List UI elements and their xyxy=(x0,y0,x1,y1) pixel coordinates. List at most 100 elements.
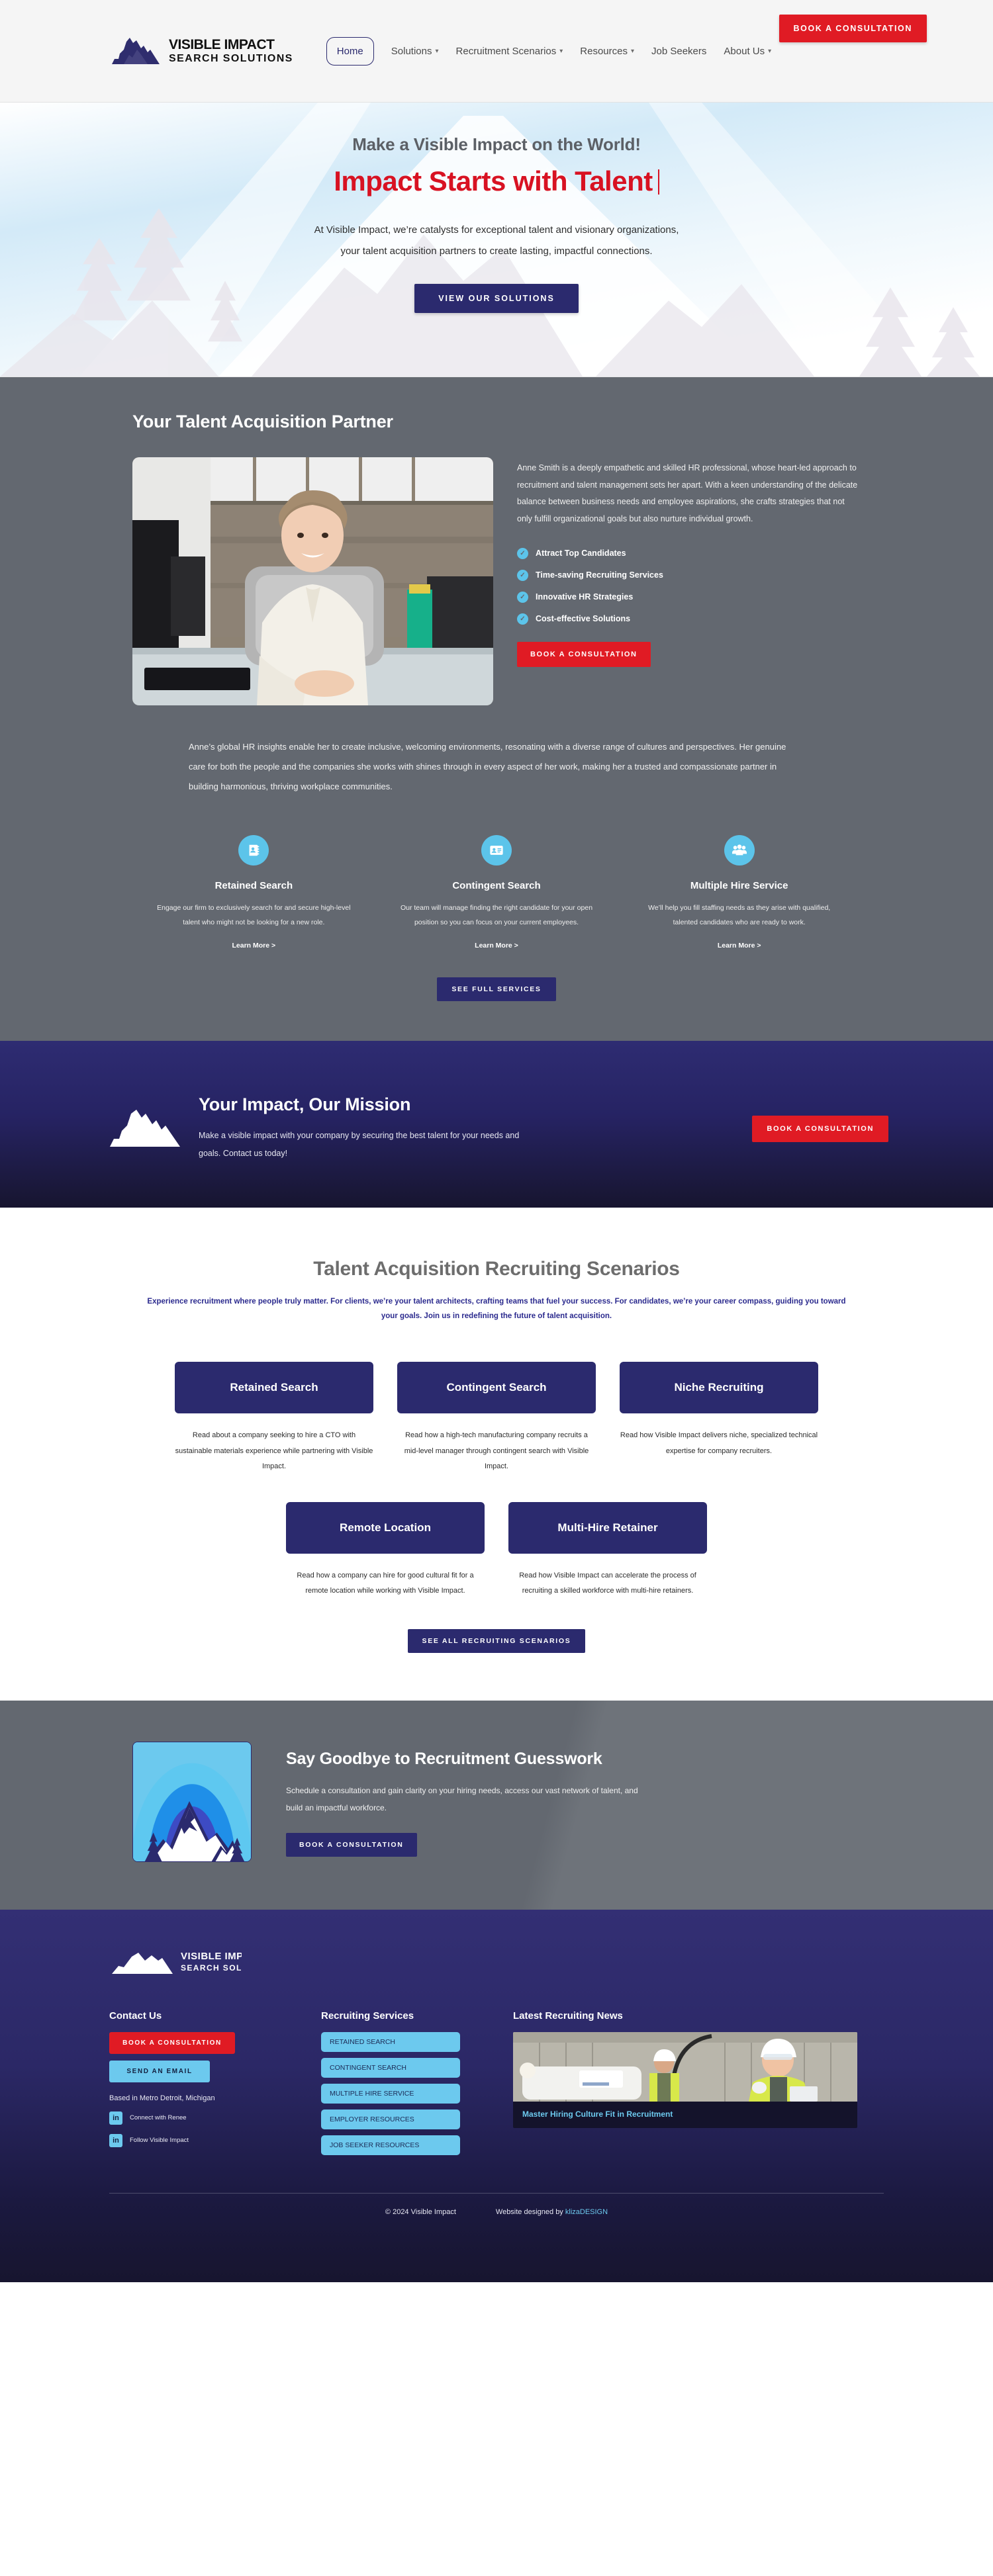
nav-label: Recruitment Scenarios xyxy=(455,45,557,57)
hero-kicker: Make a Visible Impact on the World! xyxy=(352,134,641,154)
mountain-badge-image xyxy=(132,1741,252,1862)
partner-paragraph: Anne’s global HR insights enable her to … xyxy=(189,742,786,791)
chevron-down-icon: ▾ xyxy=(768,47,772,55)
check-circle-icon: ✓ xyxy=(517,569,528,581)
footer-services-heading: Recruiting Services xyxy=(321,2010,414,2021)
service-learn-more-link[interactable]: Learn More > xyxy=(718,942,761,950)
scenario-desc: Read how a company can hire for good cul… xyxy=(297,1571,474,1595)
footer-send-email-button[interactable]: SEND AN EMAIL xyxy=(109,2060,210,2082)
scenario-button[interactable]: Contingent Search xyxy=(397,1362,596,1414)
footer-service-employer-resources[interactable]: EMPLOYER RESOURCES xyxy=(321,2109,460,2129)
chevron-down-icon: ▾ xyxy=(435,47,439,55)
mission-copy: Your Impact, Our Mission Make a visible … xyxy=(199,1094,543,1163)
mountain-logo-icon xyxy=(112,38,160,64)
hero-subtitle: At Visible Impact, we’re catalysts for e… xyxy=(0,220,993,261)
footer-service-retained-search[interactable]: RETAINED SEARCH xyxy=(321,2031,460,2052)
factory-workers-photo xyxy=(513,2031,857,2102)
mission-book-consultation-button[interactable]: BOOK A CONSULTATION xyxy=(752,1115,888,1142)
partner-book-consultation-button[interactable]: BOOK A CONSULTATION xyxy=(517,641,651,667)
scenarios-heading: Talent Acquisition Recruiting Scenarios xyxy=(313,1257,680,1280)
nav-label: Solutions xyxy=(391,45,432,57)
guesswork-heading: Say Goodbye to Recruitment Guesswork xyxy=(286,1749,602,1768)
news-thumbnail xyxy=(513,2031,857,2102)
design-credit: Website designed by klizaDESIGN xyxy=(496,2208,608,2216)
service-desc: Our team will manage finding the right c… xyxy=(400,903,593,926)
footer-contact-heading: Contact Us xyxy=(109,2010,162,2021)
service-card-contingent-search: Contingent Search Our team will manage f… xyxy=(375,834,618,951)
news-card[interactable]: Master Hiring Culture Fit in Recruitment xyxy=(513,2031,857,2128)
scenario-button[interactable]: Remote Location xyxy=(286,1501,485,1554)
scenario-card-contingent-search: Contingent Search Read how a high-tech m… xyxy=(397,1362,596,1474)
service-card-multiple-hire-service: Multiple Hire Service We’ll help you fil… xyxy=(618,834,861,951)
logo-wordmark: VISIBLE IMPACT SEARCH SOLUTIONS xyxy=(169,38,293,64)
people-group-icon xyxy=(724,834,755,866)
benefit-label: Innovative HR Strategies xyxy=(536,592,634,601)
footer-news-heading: Latest Recruiting News xyxy=(513,2010,623,2021)
service-desc: Engage our firm to exclusively search fo… xyxy=(157,903,351,926)
scenario-button[interactable]: Multi-Hire Retainer xyxy=(508,1501,707,1554)
design-credit-link[interactable]: klizaDESIGN xyxy=(565,2208,608,2216)
service-card-retained-search: Retained Search Engage our firm to exclu… xyxy=(132,834,375,951)
social-label: Follow Visible Impact xyxy=(130,2137,189,2145)
partner-bio: Anne Smith is a deeply empathetic and sk… xyxy=(517,463,858,523)
hero-subtitle-line-2: your talent acquisition partners to crea… xyxy=(340,245,653,257)
mountain-logo-icon xyxy=(110,1109,180,1147)
benefit-item: ✓ Cost-effective Solutions xyxy=(517,613,861,625)
footer-spacer xyxy=(0,2216,993,2282)
header-book-consultation-button[interactable]: BOOK A CONSULTATION xyxy=(779,15,927,42)
news-article-title: Master Hiring Culture Fit in Recruitment xyxy=(522,2109,673,2119)
contact-book-icon xyxy=(238,834,269,866)
scenarios-lede: Experience recruitment where people trul… xyxy=(147,1297,846,1320)
site-footer: VISIBLE IMPACT SEARCH SOLUTIONS Contact … xyxy=(0,1909,993,2282)
scenario-button[interactable]: Niche Recruiting xyxy=(620,1362,818,1414)
footer-contact-column: Contact Us BOOK A CONSULTATION SEND AN E… xyxy=(109,2010,321,2161)
copyright-text: © 2024 Visible Impact xyxy=(385,2207,456,2216)
service-learn-more-link[interactable]: Learn More > xyxy=(232,942,276,950)
footer-service-contingent-search[interactable]: CONTINGENT SEARCH xyxy=(321,2057,460,2078)
social-link-follow-visible-impact[interactable]: in Follow Visible Impact xyxy=(109,2133,321,2147)
talent-acquisition-partner-section: Your Talent Acquisition Partner Anne Smi… xyxy=(0,377,993,1041)
footer-service-job-seeker-resources[interactable]: JOB SEEKER RESOURCES xyxy=(321,2135,460,2155)
nav-item-resources[interactable]: Resources ▾ xyxy=(580,46,634,57)
footer-book-consultation-button[interactable]: BOOK A CONSULTATION xyxy=(109,2031,235,2054)
footer-location: Based in Metro Detroit, Michigan xyxy=(109,2094,215,2102)
hero-subtitle-line-1: At Visible Impact, we’re catalysts for e… xyxy=(314,224,679,236)
guesswork-book-consultation-button[interactable]: BOOK A CONSULTATION xyxy=(286,1832,417,1857)
service-title: Retained Search xyxy=(214,879,293,891)
partner-heading: Your Talent Acquisition Partner xyxy=(132,412,393,431)
footer-services-column: Recruiting Services RETAINED SEARCH CONT… xyxy=(321,2010,513,2161)
footer-service-multiple-hire-service[interactable]: MULTIPLE HIRE SERVICE xyxy=(321,2083,460,2104)
nav-item-home[interactable]: Home xyxy=(326,36,374,66)
typing-cursor-icon xyxy=(657,169,659,195)
social-link-connect-with-renee[interactable]: in Connect with Renee xyxy=(109,2111,321,2125)
svg-text:VISIBLE IMPACT: VISIBLE IMPACT xyxy=(181,1951,242,1962)
check-circle-icon: ✓ xyxy=(517,591,528,603)
design-credit-prefix: Website designed by xyxy=(495,2207,565,2216)
nav-label: Resources xyxy=(580,45,628,57)
service-desc: We’ll help you fill staffing needs as th… xyxy=(648,903,831,926)
recruiting-scenarios-section: Talent Acquisition Recruiting Scenarios … xyxy=(0,1207,993,1701)
see-full-services-button[interactable]: SEE FULL SERVICES xyxy=(437,977,556,1001)
linkedin-icon: in xyxy=(109,2133,122,2147)
recruitment-guesswork-section: Say Goodbye to Recruitment Guesswork Sch… xyxy=(0,1700,993,1910)
nav-label: Home xyxy=(336,45,363,57)
hr-professional-photo xyxy=(132,457,493,705)
scenario-desc: Read how a high-tech manufacturing compa… xyxy=(404,1431,589,1470)
svg-text:SEARCH SOLUTIONS: SEARCH SOLUTIONS xyxy=(181,1963,242,1973)
id-card-icon xyxy=(481,834,512,866)
service-learn-more-link[interactable]: Learn More > xyxy=(475,942,518,950)
view-our-solutions-button[interactable]: VIEW OUR SOLUTIONS xyxy=(414,284,579,313)
see-all-recruiting-scenarios-button[interactable]: SEE ALL RECRUITING SCENARIOS xyxy=(407,1628,586,1653)
site-header: VISIBLE IMPACT SEARCH SOLUTIONS Home Sol… xyxy=(0,0,993,103)
nav-item-recruitment-scenarios[interactable]: Recruitment Scenarios ▾ xyxy=(456,46,563,57)
nav-item-solutions[interactable]: Solutions ▾ xyxy=(391,46,439,57)
scenarios-row-2: Remote Location Read how a company can h… xyxy=(0,1501,993,1599)
main-nav: Home Solutions ▾ Recruitment Scenarios ▾… xyxy=(326,36,771,66)
nav-item-about-us[interactable]: About Us ▾ xyxy=(724,46,771,57)
nav-item-job-seekers[interactable]: Job Seekers xyxy=(651,46,706,57)
scenario-desc: Read about a company seeking to hire a C… xyxy=(175,1431,373,1470)
footer-logo[interactable]: VISIBLE IMPACT SEARCH SOLUTIONS xyxy=(109,1946,277,1976)
scenario-button[interactable]: Retained Search xyxy=(175,1362,373,1414)
social-label: Connect with Renee xyxy=(130,2114,187,2122)
site-logo[interactable]: VISIBLE IMPACT SEARCH SOLUTIONS xyxy=(109,35,293,67)
